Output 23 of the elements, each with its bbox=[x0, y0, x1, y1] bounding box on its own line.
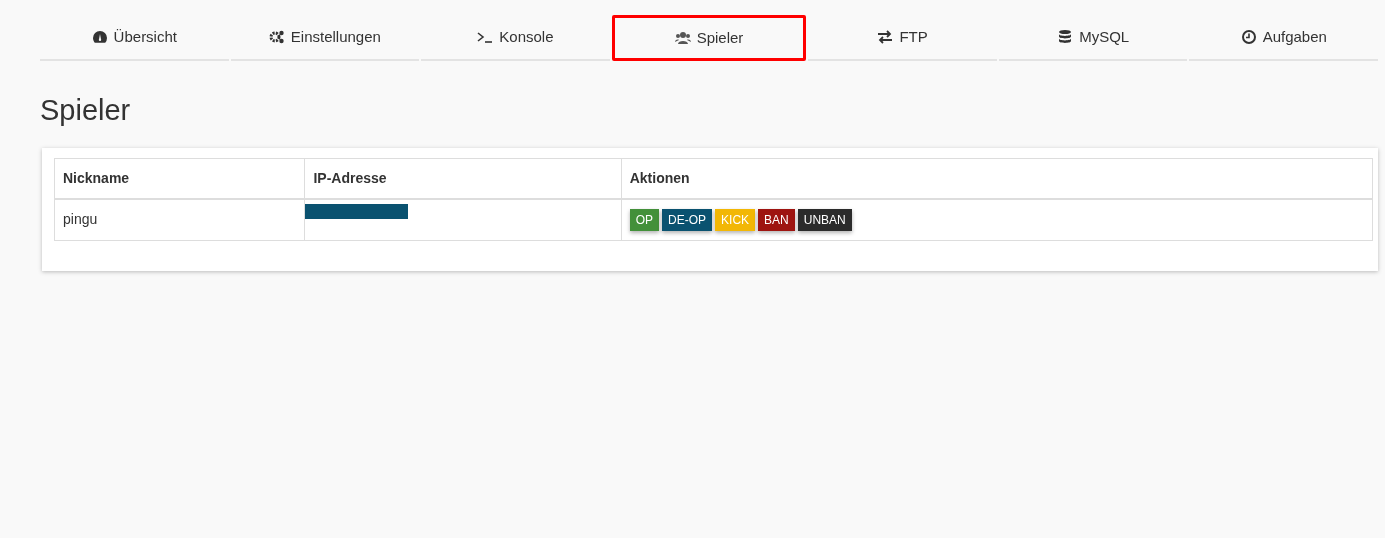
column-header: Aktionen bbox=[621, 158, 1373, 199]
users-icon bbox=[674, 30, 691, 46]
action-button[interactable]: BAN bbox=[758, 208, 795, 231]
nav-tab[interactable]: Konsole bbox=[421, 15, 610, 61]
action-button[interactable]: DE-OP bbox=[662, 208, 713, 231]
nav-tab[interactable]: Übersicht bbox=[40, 15, 229, 61]
clock-icon bbox=[1240, 29, 1257, 45]
nav-tab[interactable]: MySQL bbox=[998, 15, 1188, 61]
nav-tab[interactable]: FTP bbox=[808, 15, 997, 61]
database-icon bbox=[1057, 29, 1074, 45]
gauge-icon bbox=[91, 29, 108, 45]
nav-tab[interactable]: Spieler bbox=[611, 15, 807, 61]
action-button[interactable]: UNBAN bbox=[797, 208, 852, 231]
column-header: IP-Adresse bbox=[304, 158, 622, 199]
action-button[interactable]: OP bbox=[629, 208, 660, 231]
column-header: Nickname bbox=[54, 158, 305, 199]
terminal-icon bbox=[477, 29, 494, 45]
table-cell: pingu bbox=[54, 198, 305, 241]
nav-tab[interactable]: Aufgaben bbox=[1189, 15, 1379, 61]
nav-tab[interactable]: Einstellungen bbox=[230, 15, 420, 61]
gears-icon bbox=[268, 29, 285, 45]
page-heading: Spieler bbox=[40, 93, 132, 128]
exchange-icon bbox=[877, 29, 894, 45]
